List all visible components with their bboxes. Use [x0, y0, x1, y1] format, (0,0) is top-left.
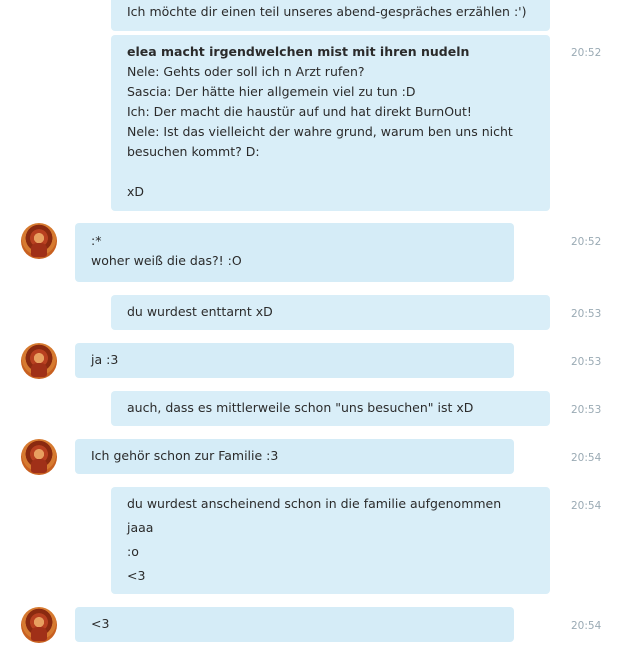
message-text: besuchen kommt? D:: [127, 144, 260, 159]
message-bubble-outgoing: du wurdest anscheinend schon in die fami…: [111, 487, 550, 594]
message-bubble-incoming: :* woher weiß die das?! :O: [75, 223, 514, 282]
message-bubble-outgoing: auch, dass es mittlerweile schon "uns be…: [111, 391, 550, 426]
contact-avatar[interactable]: [21, 439, 57, 475]
message-bubble-incoming: ja :3: [75, 343, 514, 378]
message-timestamp: 20:52: [571, 236, 602, 248]
message-text: ja :3: [91, 352, 119, 367]
message-text: Sascia: Der hätte hier allgemein viel zu…: [127, 84, 416, 99]
message-text: Ich: Der macht die haustür auf und hat d…: [127, 104, 472, 119]
message-text: xD: [127, 184, 145, 199]
message-text: :*: [91, 233, 102, 248]
message-bubble-outgoing: du wurdest enttarnt xD: [111, 295, 550, 330]
message-bubble-outgoing: Ich möchte dir einen teil unseres abend-…: [111, 0, 550, 31]
message-bubble-incoming: <3: [75, 607, 514, 642]
message-bubble-incoming: Ich gehör schon zur Familie :3: [75, 439, 514, 474]
contact-avatar[interactable]: [21, 343, 57, 379]
message-timestamp: 20:54: [571, 500, 602, 512]
message-text: :o: [127, 544, 139, 559]
message-timestamp: 20:53: [571, 404, 602, 416]
message-text: [127, 162, 534, 182]
message-timestamp: 20:52: [571, 47, 602, 59]
message-timestamp: 20:53: [571, 356, 602, 368]
message-text: du wurdest enttarnt xD: [127, 304, 273, 319]
message-text: woher weiß die das?! :O: [91, 253, 242, 268]
message-text: Nele: Ist das vielleicht der wahre grund…: [127, 124, 513, 139]
message-bubble-outgoing: elea macht irgendwelchen mist mit ihren …: [111, 35, 550, 211]
message-text: Ich gehör schon zur Familie :3: [91, 448, 279, 463]
message-timestamp: 20:53: [571, 308, 602, 320]
message-timestamp: 20:54: [571, 452, 602, 464]
message-text: <3: [127, 568, 146, 583]
contact-avatar[interactable]: [21, 223, 57, 259]
contact-avatar[interactable]: [21, 607, 57, 643]
message-text: jaaa: [127, 520, 154, 535]
message-text: elea macht irgendwelchen mist mit ihren …: [127, 44, 470, 59]
message-text: Ich möchte dir einen teil unseres abend-…: [127, 4, 527, 19]
message-timestamp: 20:54: [571, 620, 602, 632]
message-text: <3: [91, 616, 110, 631]
message-text: Nele: Gehts oder soll ich n Arzt rufen?: [127, 64, 365, 79]
message-text: auch, dass es mittlerweile schon "uns be…: [127, 400, 474, 415]
message-text: du wurdest anscheinend schon in die fami…: [127, 496, 502, 511]
